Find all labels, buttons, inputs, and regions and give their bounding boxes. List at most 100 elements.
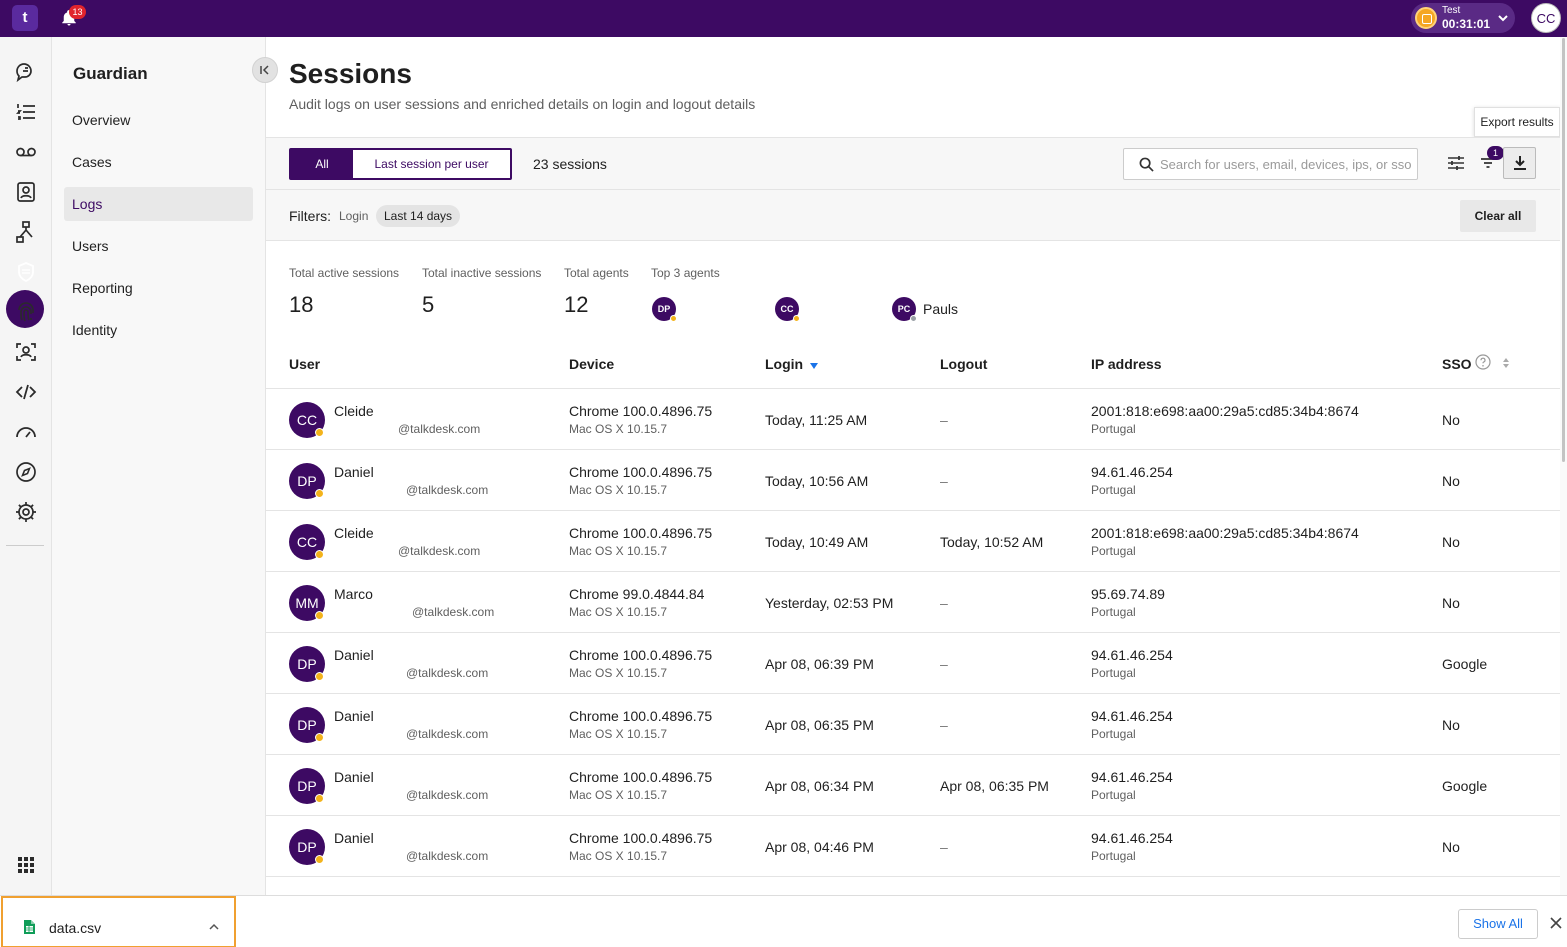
ip-address: 94.61.46.254 [1091, 647, 1173, 663]
show-all-downloads-button[interactable]: Show All [1458, 909, 1538, 939]
column-header-device: Device [569, 356, 615, 372]
shield-icon[interactable] [14, 260, 38, 284]
user-avatar: MM [289, 585, 325, 621]
workflow-icon[interactable] [14, 220, 38, 244]
table-row[interactable]: MM Marco @talkdesk.com Chrome 99.0.4844.84 M… [266, 572, 1560, 633]
subnav-item-reporting[interactable]: Reporting [64, 271, 253, 305]
logout-time: – [940, 412, 948, 428]
user-email: @talkdesk.com [406, 727, 489, 741]
avatar-initials: CC [296, 534, 318, 550]
status-dot [315, 428, 324, 437]
device-browser: Chrome 100.0.4896.75 [569, 708, 713, 724]
subnav-item-cases[interactable]: Cases [64, 145, 253, 179]
user-email: @talkdesk.com [406, 483, 489, 497]
metric-active-label: Total active sessions [289, 266, 400, 280]
gear-icon[interactable] [14, 500, 38, 524]
device-browser: Chrome 100.0.4896.75 [569, 769, 713, 785]
user-avatar: DP [289, 463, 325, 499]
user-avatar: DP [289, 768, 325, 804]
filter-field-login: Login [339, 209, 369, 223]
table-row[interactable]: CC Cleide @talkdesk.com Chrome 100.0.4896.7… [266, 511, 1560, 572]
table-row[interactable]: CC Cleide @talkdesk.com Chrome 100.0.4896.7… [266, 389, 1560, 450]
status-dot [793, 315, 800, 322]
subnav-item-logs[interactable]: Logs [64, 187, 253, 221]
top-agent-avatar[interactable]: CC [775, 297, 800, 322]
metric-top-agents-label: Top 3 agents [651, 266, 720, 280]
device-os: Mac OS X 10.15.7 [569, 483, 668, 497]
download-item[interactable]: data.csv [1, 896, 236, 947]
subnav-item-identity[interactable]: Identity [64, 313, 253, 347]
view-toggle: All Last session per user [289, 148, 512, 180]
agent-initials: DP [657, 304, 671, 314]
talkdesk-logo[interactable]: t [12, 5, 38, 31]
column-header-sso[interactable]: SSO [1442, 356, 1472, 372]
table-row[interactable]: DP Daniel @talkdesk.com Chrome 100.0.4896.7… [266, 755, 1560, 816]
table-row[interactable]: DP Daniel @talkdesk.com Chrome 100.0.4896.7… [266, 694, 1560, 755]
filters-label: Filters: [289, 208, 331, 224]
sort-desc-icon[interactable] [809, 362, 819, 370]
guardian-subnav: Guardian Overview Cases Logs Users Repor… [52, 37, 278, 895]
sessions-toolbar: All Last session per user 23 sessions 1 [266, 137, 1560, 189]
speedometer-icon[interactable] [14, 420, 38, 444]
column-header-login[interactable]: Login [765, 356, 803, 372]
filters-bar: Filters: Login Last 14 days Clear all [266, 189, 1560, 241]
code-icon[interactable] [14, 380, 38, 404]
status-dot [910, 315, 917, 322]
scrollbar-thumb[interactable] [1562, 38, 1565, 462]
sso-value: No [1442, 412, 1460, 428]
apps-grid-icon[interactable] [14, 853, 38, 877]
download-file-name: data.csv [49, 920, 102, 936]
table-row[interactable]: DP Daniel @talkdesk.com Chrome 100.0.4896.7… [266, 816, 1560, 877]
user-avatar[interactable]: CC [1531, 3, 1561, 33]
compass-icon[interactable] [14, 460, 38, 484]
device-browser: Chrome 100.0.4896.75 [569, 525, 713, 541]
conversations-icon[interactable] [14, 60, 38, 84]
user-avatar: CC [289, 402, 325, 438]
help-icon[interactable] [1475, 354, 1491, 370]
list-icon[interactable] [14, 100, 38, 124]
top-agent-avatar[interactable]: DP [652, 297, 677, 322]
user-name: Daniel [334, 708, 374, 724]
chevron-up-icon[interactable] [208, 922, 220, 932]
metric-inactive-label: Total inactive sessions [422, 266, 542, 280]
sort-icon[interactable] [1502, 357, 1510, 369]
close-icon[interactable] [1550, 917, 1562, 929]
logout-time: – [940, 717, 948, 733]
top-agent-name: Pauls [923, 301, 959, 317]
clear-all-filters-button[interactable]: Clear all [1460, 200, 1536, 232]
table-row[interactable]: DP Daniel @talkdesk.com Chrome 100.0.4896.7… [266, 633, 1560, 694]
view-all-tab[interactable]: All [291, 150, 353, 178]
voicemail-icon[interactable] [14, 140, 38, 164]
status-dot [315, 672, 324, 681]
sso-value: No [1442, 534, 1460, 550]
user-name: Daniel [334, 647, 374, 663]
subnav-item-overview[interactable]: Overview [64, 103, 253, 137]
identity-icon[interactable] [14, 340, 38, 364]
status-dot [315, 611, 324, 620]
device-browser: Chrome 100.0.4896.75 [569, 464, 713, 480]
user-name: Daniel [334, 830, 374, 846]
search-box[interactable] [1123, 148, 1418, 180]
filter-chip-date-range[interactable]: Last 14 days [376, 205, 461, 227]
sso-value: Google [1442, 778, 1488, 794]
top-agent-avatar[interactable]: PC [892, 297, 917, 322]
contacts-icon[interactable] [14, 180, 38, 204]
top-bar: t 13 Test 00:31:01 CC [0, 0, 1567, 37]
table-row[interactable]: DP Daniel @talkdesk.com Chrome 100.0.4896.7… [266, 450, 1560, 511]
logout-time: – [940, 656, 948, 672]
login-time: Today, 10:56 AM [765, 473, 869, 489]
avatar-initials: DP [297, 473, 317, 489]
view-last-session-tab[interactable]: Last session per user [353, 150, 510, 178]
metric-agents-value: 12 [564, 292, 589, 317]
column-header-user: User [289, 356, 321, 372]
ip-country: Portugal [1091, 666, 1136, 680]
logout-time: – [940, 473, 948, 489]
status-selector[interactable]: Test 00:31:01 [1411, 3, 1515, 33]
columns-settings-icon[interactable] [1447, 154, 1465, 172]
ip-address: 2001:818:e698:aa00:29a5:cd85:34b4:8674 [1091, 403, 1359, 419]
search-input[interactable] [1160, 150, 1412, 178]
export-results-button[interactable] [1503, 147, 1536, 179]
subnav-item-users[interactable]: Users [64, 229, 253, 263]
fingerprint-icon[interactable] [14, 300, 38, 324]
column-header-logout: Logout [940, 356, 988, 372]
